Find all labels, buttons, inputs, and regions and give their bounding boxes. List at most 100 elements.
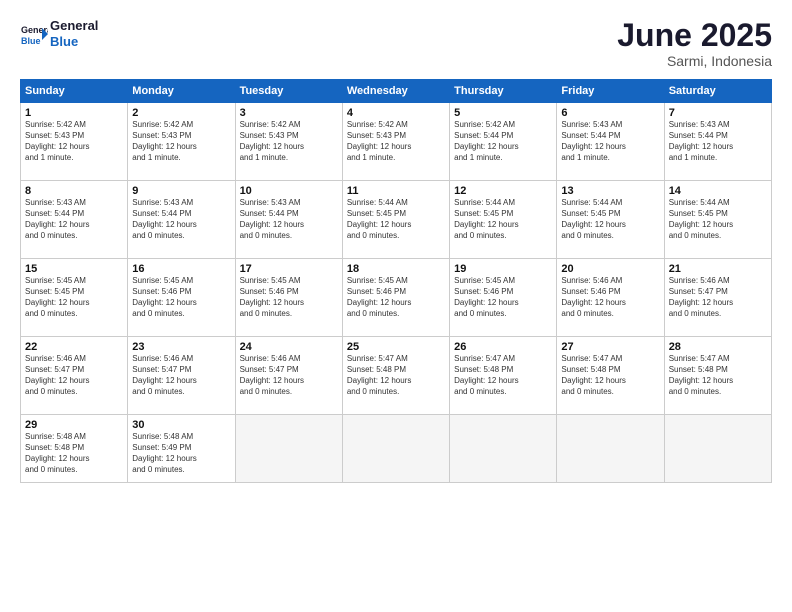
logo-icon: General Blue	[20, 20, 48, 48]
day-info: Sunrise: 5:48 AM Sunset: 5:48 PM Dayligh…	[25, 432, 123, 475]
day-cell: 29Sunrise: 5:48 AM Sunset: 5:48 PM Dayli…	[21, 415, 128, 483]
day-cell: 1Sunrise: 5:42 AM Sunset: 5:43 PM Daylig…	[21, 103, 128, 181]
day-cell: 17Sunrise: 5:45 AM Sunset: 5:46 PM Dayli…	[235, 259, 342, 337]
week-row-1: 1Sunrise: 5:42 AM Sunset: 5:43 PM Daylig…	[21, 103, 772, 181]
day-number: 30	[132, 419, 230, 431]
day-info: Sunrise: 5:48 AM Sunset: 5:49 PM Dayligh…	[132, 432, 230, 475]
day-info: Sunrise: 5:45 AM Sunset: 5:46 PM Dayligh…	[132, 276, 230, 319]
day-info: Sunrise: 5:44 AM Sunset: 5:45 PM Dayligh…	[347, 198, 445, 241]
header: General Blue General Blue June 2025 Sarm…	[20, 18, 772, 69]
day-info: Sunrise: 5:42 AM Sunset: 5:43 PM Dayligh…	[132, 120, 230, 163]
day-number: 28	[669, 341, 767, 353]
week-row-4: 22Sunrise: 5:46 AM Sunset: 5:47 PM Dayli…	[21, 337, 772, 415]
day-info: Sunrise: 5:47 AM Sunset: 5:48 PM Dayligh…	[561, 354, 659, 397]
day-number: 17	[240, 263, 338, 275]
day-cell	[664, 415, 771, 483]
day-cell: 9Sunrise: 5:43 AM Sunset: 5:44 PM Daylig…	[128, 181, 235, 259]
day-info: Sunrise: 5:43 AM Sunset: 5:44 PM Dayligh…	[132, 198, 230, 241]
day-cell: 16Sunrise: 5:45 AM Sunset: 5:46 PM Dayli…	[128, 259, 235, 337]
day-info: Sunrise: 5:44 AM Sunset: 5:45 PM Dayligh…	[561, 198, 659, 241]
weekday-header-row: SundayMondayTuesdayWednesdayThursdayFrid…	[21, 80, 772, 103]
day-number: 26	[454, 341, 552, 353]
calendar-table: SundayMondayTuesdayWednesdayThursdayFrid…	[20, 79, 772, 483]
day-number: 2	[132, 107, 230, 119]
location: Sarmi, Indonesia	[617, 53, 772, 69]
day-cell: 23Sunrise: 5:46 AM Sunset: 5:47 PM Dayli…	[128, 337, 235, 415]
day-number: 14	[669, 185, 767, 197]
day-cell: 10Sunrise: 5:43 AM Sunset: 5:44 PM Dayli…	[235, 181, 342, 259]
day-cell: 12Sunrise: 5:44 AM Sunset: 5:45 PM Dayli…	[450, 181, 557, 259]
day-cell: 24Sunrise: 5:46 AM Sunset: 5:47 PM Dayli…	[235, 337, 342, 415]
logo-line2: Blue	[50, 34, 98, 50]
weekday-thursday: Thursday	[450, 80, 557, 103]
day-cell: 2Sunrise: 5:42 AM Sunset: 5:43 PM Daylig…	[128, 103, 235, 181]
day-number: 10	[240, 185, 338, 197]
day-info: Sunrise: 5:45 AM Sunset: 5:46 PM Dayligh…	[240, 276, 338, 319]
day-number: 7	[669, 107, 767, 119]
day-info: Sunrise: 5:42 AM Sunset: 5:43 PM Dayligh…	[347, 120, 445, 163]
day-number: 29	[25, 419, 123, 431]
day-cell: 11Sunrise: 5:44 AM Sunset: 5:45 PM Dayli…	[342, 181, 449, 259]
day-cell: 5Sunrise: 5:42 AM Sunset: 5:44 PM Daylig…	[450, 103, 557, 181]
day-info: Sunrise: 5:43 AM Sunset: 5:44 PM Dayligh…	[240, 198, 338, 241]
day-info: Sunrise: 5:45 AM Sunset: 5:46 PM Dayligh…	[347, 276, 445, 319]
day-info: Sunrise: 5:47 AM Sunset: 5:48 PM Dayligh…	[669, 354, 767, 397]
logo-line1: General	[50, 18, 98, 34]
day-number: 16	[132, 263, 230, 275]
day-cell	[342, 415, 449, 483]
day-info: Sunrise: 5:46 AM Sunset: 5:47 PM Dayligh…	[669, 276, 767, 319]
day-info: Sunrise: 5:44 AM Sunset: 5:45 PM Dayligh…	[454, 198, 552, 241]
day-cell: 13Sunrise: 5:44 AM Sunset: 5:45 PM Dayli…	[557, 181, 664, 259]
day-number: 15	[25, 263, 123, 275]
week-row-3: 15Sunrise: 5:45 AM Sunset: 5:45 PM Dayli…	[21, 259, 772, 337]
day-number: 18	[347, 263, 445, 275]
day-number: 11	[347, 185, 445, 197]
day-number: 25	[347, 341, 445, 353]
day-number: 5	[454, 107, 552, 119]
day-info: Sunrise: 5:42 AM Sunset: 5:44 PM Dayligh…	[454, 120, 552, 163]
day-number: 9	[132, 185, 230, 197]
day-cell: 28Sunrise: 5:47 AM Sunset: 5:48 PM Dayli…	[664, 337, 771, 415]
day-number: 24	[240, 341, 338, 353]
month-year: June 2025	[617, 18, 772, 53]
weekday-tuesday: Tuesday	[235, 80, 342, 103]
day-info: Sunrise: 5:42 AM Sunset: 5:43 PM Dayligh…	[25, 120, 123, 163]
day-cell: 8Sunrise: 5:43 AM Sunset: 5:44 PM Daylig…	[21, 181, 128, 259]
weekday-wednesday: Wednesday	[342, 80, 449, 103]
day-info: Sunrise: 5:47 AM Sunset: 5:48 PM Dayligh…	[347, 354, 445, 397]
day-info: Sunrise: 5:45 AM Sunset: 5:45 PM Dayligh…	[25, 276, 123, 319]
day-cell: 25Sunrise: 5:47 AM Sunset: 5:48 PM Dayli…	[342, 337, 449, 415]
day-number: 22	[25, 341, 123, 353]
day-number: 3	[240, 107, 338, 119]
day-info: Sunrise: 5:47 AM Sunset: 5:48 PM Dayligh…	[454, 354, 552, 397]
day-cell	[235, 415, 342, 483]
day-info: Sunrise: 5:46 AM Sunset: 5:47 PM Dayligh…	[25, 354, 123, 397]
day-number: 20	[561, 263, 659, 275]
day-number: 27	[561, 341, 659, 353]
day-cell: 14Sunrise: 5:44 AM Sunset: 5:45 PM Dayli…	[664, 181, 771, 259]
day-cell: 26Sunrise: 5:47 AM Sunset: 5:48 PM Dayli…	[450, 337, 557, 415]
day-cell: 15Sunrise: 5:45 AM Sunset: 5:45 PM Dayli…	[21, 259, 128, 337]
day-number: 4	[347, 107, 445, 119]
day-number: 21	[669, 263, 767, 275]
page: General Blue General Blue June 2025 Sarm…	[0, 0, 792, 612]
day-info: Sunrise: 5:43 AM Sunset: 5:44 PM Dayligh…	[561, 120, 659, 163]
day-cell: 21Sunrise: 5:46 AM Sunset: 5:47 PM Dayli…	[664, 259, 771, 337]
day-info: Sunrise: 5:46 AM Sunset: 5:47 PM Dayligh…	[240, 354, 338, 397]
week-row-2: 8Sunrise: 5:43 AM Sunset: 5:44 PM Daylig…	[21, 181, 772, 259]
day-cell: 27Sunrise: 5:47 AM Sunset: 5:48 PM Dayli…	[557, 337, 664, 415]
day-cell	[450, 415, 557, 483]
week-row-5: 29Sunrise: 5:48 AM Sunset: 5:48 PM Dayli…	[21, 415, 772, 483]
weekday-friday: Friday	[557, 80, 664, 103]
day-cell: 3Sunrise: 5:42 AM Sunset: 5:43 PM Daylig…	[235, 103, 342, 181]
day-number: 19	[454, 263, 552, 275]
day-cell: 6Sunrise: 5:43 AM Sunset: 5:44 PM Daylig…	[557, 103, 664, 181]
day-cell: 22Sunrise: 5:46 AM Sunset: 5:47 PM Dayli…	[21, 337, 128, 415]
day-info: Sunrise: 5:44 AM Sunset: 5:45 PM Dayligh…	[669, 198, 767, 241]
weekday-saturday: Saturday	[664, 80, 771, 103]
day-number: 12	[454, 185, 552, 197]
svg-text:Blue: Blue	[21, 36, 41, 46]
day-cell: 30Sunrise: 5:48 AM Sunset: 5:49 PM Dayli…	[128, 415, 235, 483]
weekday-monday: Monday	[128, 80, 235, 103]
day-cell: 18Sunrise: 5:45 AM Sunset: 5:46 PM Dayli…	[342, 259, 449, 337]
